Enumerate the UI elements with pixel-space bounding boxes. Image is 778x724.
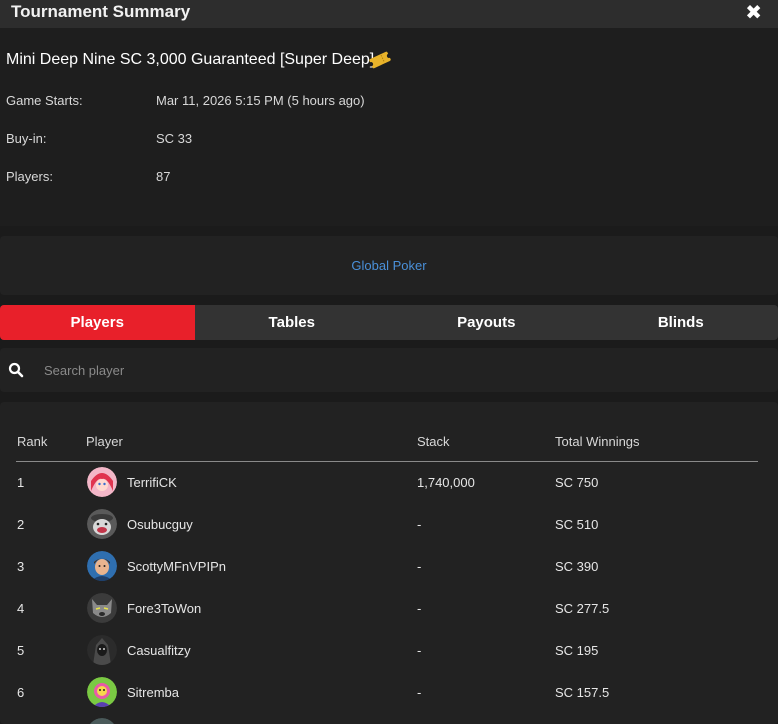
header-player: Player — [86, 434, 123, 449]
table-row[interactable]: 3 ScottyMFnVPIPn - SC 390 — [16, 546, 758, 588]
player-name: Fore3ToWon — [127, 601, 202, 616]
player-name: ScottyMFnVPIPn — [127, 559, 226, 574]
tab-players[interactable]: Players — [0, 305, 195, 340]
header-winnings: Total Winnings — [555, 434, 640, 449]
table-row[interactable]: 2 Osubucguy - SC 510 — [16, 504, 758, 546]
tournament-name: Mini Deep Nine SC 3,000 Guaranteed [Supe… — [6, 51, 375, 68]
table-row[interactable]: 4 Fore3ToWon - SC 277.5 — [16, 588, 758, 630]
rank-cell: 2 — [17, 517, 25, 532]
player-avatar — [87, 635, 117, 665]
title-bar: Tournament Summary ✖ — [0, 0, 778, 28]
header-stack: Stack — [417, 434, 450, 449]
stack-cell: 1,740,000 — [417, 475, 475, 490]
stack-cell: - — [417, 517, 422, 532]
players-panel: Rank Player Stack Total Winnings 1 Terri… — [0, 402, 778, 724]
player-avatar — [87, 677, 117, 707]
player-avatar — [87, 593, 117, 623]
search-bar — [0, 348, 778, 392]
rank-cell: 6 — [17, 685, 25, 700]
stack-cell: - — [417, 559, 422, 574]
table-header: Rank Player Stack Total Winnings — [16, 432, 758, 462]
stack-cell: - — [417, 685, 422, 700]
detail-label: Players: — [6, 169, 53, 184]
player-avatar — [90, 718, 114, 724]
player-avatar — [87, 467, 117, 497]
tab-payouts[interactable]: Payouts — [389, 305, 584, 340]
tournament-info: Mini Deep Nine SC 3,000 Guaranteed [Supe… — [0, 28, 778, 226]
detail-value: SC 33 — [156, 131, 193, 146]
table-row[interactable]: 1 TerrifiCK 1,740,000 SC 750 — [16, 462, 758, 504]
player-name: Casualfitzy — [127, 643, 191, 658]
close-icon[interactable]: ✖ — [745, 2, 762, 24]
detail-value: Mar 11, 2026 5:15 PM (5 hours ago) — [156, 93, 365, 108]
table-row[interactable]: 5 Casualfitzy - SC 195 — [16, 630, 758, 672]
winnings-cell: SC 277.5 — [555, 601, 610, 616]
tab-tables[interactable]: Tables — [195, 305, 390, 340]
rank-cell: 4 — [17, 601, 25, 616]
header-rank: Rank — [17, 434, 48, 449]
tab-blinds[interactable]: Blinds — [584, 305, 778, 340]
player-avatar — [87, 551, 117, 581]
rank-cell: 1 — [17, 475, 25, 490]
search-input[interactable] — [44, 360, 544, 380]
winnings-cell: SC 510 — [555, 517, 599, 532]
stack-cell: - — [417, 643, 422, 658]
search-icon — [8, 362, 24, 378]
detail-value: 87 — [156, 169, 171, 184]
detail-label: Game Starts: — [6, 93, 83, 108]
winnings-cell: SC 390 — [555, 559, 599, 574]
stack-cell: - — [417, 601, 422, 616]
rank-cell: 5 — [17, 643, 25, 658]
player-name: TerrifiCK — [127, 475, 177, 490]
winnings-cell: SC 195 — [555, 643, 599, 658]
global-poker-link[interactable]: Global Poker — [0, 258, 778, 273]
table-row[interactable]: 6 Sitremba - SC 157.5 — [16, 672, 758, 714]
ticket-icon — [368, 51, 392, 69]
detail-label: Buy-in: — [6, 131, 47, 146]
rank-cell: 3 — [17, 559, 25, 574]
window-title: Tournament Summary — [11, 2, 191, 21]
winnings-cell: SC 157.5 — [555, 685, 610, 700]
player-name: Osubucguy — [127, 517, 193, 532]
winnings-cell: SC 750 — [555, 475, 599, 490]
player-avatar — [87, 509, 117, 539]
tab-bar: Players Tables Payouts Blinds — [0, 305, 778, 340]
brand-bar: Global Poker — [0, 236, 778, 295]
player-name: Sitremba — [127, 685, 180, 700]
